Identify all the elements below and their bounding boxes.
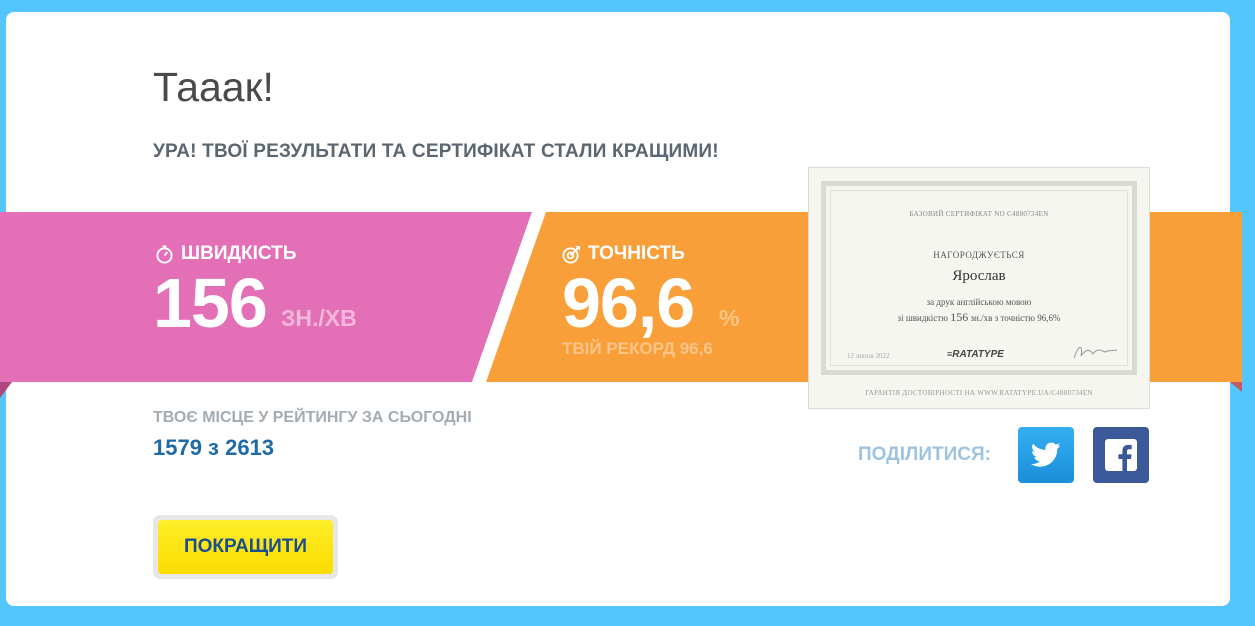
accuracy-record: ТВІЙ РЕКОРД 96,6 xyxy=(562,339,713,358)
accuracy-unit: % xyxy=(719,305,740,331)
speed-unit: ЗН./ХВ xyxy=(281,305,357,331)
certificate-date: 12 липня 2022 xyxy=(847,352,890,360)
page-title: Тааак! xyxy=(153,64,274,110)
certificate-number: БАЗОВИЙ СЕРТИФІКАТ NO C4880734EN xyxy=(909,210,1049,218)
results-subtitle: УРА! ТВОЇ РЕЗУЛЬТАТИ ТА СЕРТИФІКАТ СТАЛИ… xyxy=(153,141,719,162)
twitter-share-button[interactable] xyxy=(1018,427,1074,483)
certificate-verify: ГАРАНТІЯ ДОСТОВІРНОСТІ НА WWW.RATATYPE.U… xyxy=(865,389,1093,397)
facebook-share-button[interactable] xyxy=(1093,427,1149,483)
speed-value: 156 xyxy=(153,264,268,342)
improve-button-frame: ПОКРАЩИТИ xyxy=(153,515,338,579)
accuracy-label: ТОЧНІСТЬ xyxy=(588,243,685,264)
certificate-signature xyxy=(1073,346,1118,359)
ribbon-fold-right xyxy=(1230,382,1242,392)
certificate-line2: зі швидкістю 156 зн./хв з точністю 96,6% xyxy=(897,310,1061,324)
rank-value: 1579 з 2613 xyxy=(153,435,275,460)
accuracy-label-group: ТОЧНІСТЬ xyxy=(562,243,685,265)
target-icon xyxy=(562,245,581,264)
ribbon-fold-left xyxy=(0,382,12,398)
improve-button[interactable]: ПОКРАЩИТИ xyxy=(158,520,333,574)
speed-label-group: ШВИДКІСТЬ xyxy=(155,243,296,265)
accuracy-value: 96,6 xyxy=(562,264,695,342)
certificate-preview[interactable]: БАЗОВИЙ СЕРТИФІКАТ NO C4880734EN НАГОРОД… xyxy=(809,168,1149,408)
twitter-icon xyxy=(1031,442,1061,467)
certificate-awarded: НАГОРОДЖУЄТЬСЯ xyxy=(933,250,1025,260)
stopwatch-icon xyxy=(156,244,173,264)
rank-label: ТВОЄ МІСЦЕ У РЕЙТИНГУ ЗА СЬОГОДНІ xyxy=(153,409,472,426)
facebook-icon xyxy=(1105,439,1137,471)
certificate-brand: ≡RATATYPE xyxy=(947,349,1004,360)
certificate-line1: за друк англійською мовою xyxy=(926,297,1032,307)
share-label: ПОДІЛИТИСЯ: xyxy=(858,444,991,465)
certificate-recipient: Ярослав xyxy=(952,268,1006,284)
speed-label: ШВИДКІСТЬ xyxy=(181,243,297,264)
